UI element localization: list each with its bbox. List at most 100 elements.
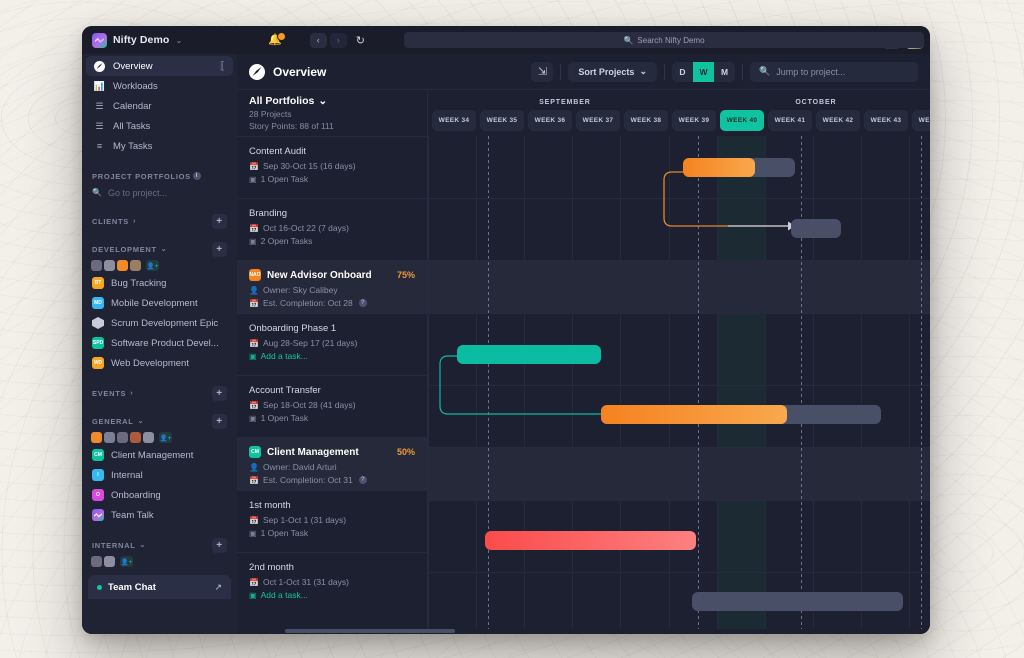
add-task-link[interactable]: ▣ Add a task... xyxy=(249,351,415,361)
sidebar-item-all-tasks[interactable]: ☰ All Tasks xyxy=(86,116,233,136)
zoom-week-button[interactable]: W xyxy=(693,61,714,82)
avatar[interactable] xyxy=(143,432,154,443)
sidebar-item-overview[interactable]: Overview ⟦ xyxy=(86,56,233,76)
add-project-button[interactable]: + xyxy=(212,413,227,429)
gantt-chart[interactable]: SEPTEMBER OCTOBER WEEK 34 WEEK 35 WEEK 3… xyxy=(428,90,930,634)
week-header-38[interactable]: WEEK 38 xyxy=(624,110,668,131)
avatar[interactable] xyxy=(117,260,128,271)
sidebar-item-calendar[interactable]: ☰ Calendar xyxy=(86,96,233,116)
avatar[interactable] xyxy=(104,432,115,443)
sidebar-project-onboarding[interactable]: O Onboarding xyxy=(82,485,237,505)
team-chat-panel[interactable]: Team Chat ↗ xyxy=(88,575,231,599)
horizontal-scrollbar[interactable] xyxy=(273,629,930,634)
project-completion-label: Est. Completion: Oct 28 xyxy=(262,298,353,308)
sidebar-item-workloads[interactable]: 📊 Workloads xyxy=(86,76,233,96)
avatar[interactable] xyxy=(91,556,102,567)
gantt-bar-onboarding-phase-1[interactable] xyxy=(457,345,601,364)
week-header-43[interactable]: WEEK 43 xyxy=(864,110,908,131)
brand[interactable]: Nifty Demo ⌄ xyxy=(88,32,236,48)
row-separator xyxy=(428,385,930,386)
global-search-input[interactable]: 🔍 Search Nifty Demo xyxy=(404,32,924,48)
add-project-button[interactable]: + xyxy=(212,537,227,553)
collapse-sidebar-icon[interactable]: ⟦ xyxy=(220,61,225,72)
avatar[interactable] xyxy=(117,432,128,443)
week-header-41[interactable]: WEEK 41 xyxy=(768,110,812,131)
sidebar-project-software-product-development[interactable]: SPD Software Product Devel... xyxy=(82,333,237,353)
list-icon: ☰ xyxy=(95,120,104,131)
notifications-button[interactable]: 🔔 xyxy=(268,31,286,46)
task-row-content-audit[interactable]: Content Audit 📅 Sep 30-Oct 15 (16 days) … xyxy=(237,136,427,198)
week-header-42[interactable]: WEEK 42 xyxy=(816,110,860,131)
task-open-count: ▣ 1 Open Task xyxy=(249,413,415,423)
avatar[interactable] xyxy=(130,260,141,271)
sidebar-project-team-talk[interactable]: Team Talk xyxy=(82,505,237,525)
sidebar-project-scrum-development-epic[interactable]: Scrum Development Epic xyxy=(82,313,237,333)
gantt-bar-branding[interactable] xyxy=(791,219,841,238)
sidebar-section-general[interactable]: GENERAL ⌄ + xyxy=(82,413,237,429)
export-button[interactable]: ⇲ xyxy=(531,61,554,82)
add-project-button[interactable]: + xyxy=(212,385,227,401)
person-icon: 👤 xyxy=(249,462,259,472)
zoom-month-button[interactable]: M xyxy=(714,62,735,82)
gantt-bar-content-audit[interactable] xyxy=(683,158,755,177)
sidebar-project-mobile-development[interactable]: MD Mobile Development xyxy=(82,293,237,313)
gantt-bar-1st-month[interactable] xyxy=(485,531,696,550)
zoom-day-button[interactable]: D xyxy=(672,62,693,82)
avatar[interactable] xyxy=(130,432,141,443)
avatar[interactable] xyxy=(91,432,102,443)
project-title-row: CM Client Management 50% xyxy=(249,446,415,458)
sidebar-section-internal[interactable]: INTERNAL ⌄ + xyxy=(82,537,237,553)
sidebar-section-development[interactable]: DEVELOPMENT ⌄ + xyxy=(82,241,237,257)
all-portfolios-selector[interactable]: All Portfolios ⌄ xyxy=(249,95,415,107)
task-dates: 📅 Sep 18-Oct 28 (41 days) xyxy=(249,400,415,410)
task-row-branding[interactable]: Branding 📅 Oct 16-Oct 22 (7 days) ▣ 2 Op… xyxy=(237,198,427,260)
avatar[interactable] xyxy=(104,556,115,567)
add-member-button[interactable]: 👤+ xyxy=(120,556,133,567)
week-header-36[interactable]: WEEK 36 xyxy=(528,110,572,131)
project-row-client-management[interactable]: CM Client Management 50% 👤 Owner: David … xyxy=(237,437,427,490)
week-header-44[interactable]: WEEK 44 xyxy=(912,110,930,131)
sidebar-project-client-management[interactable]: CM Client Management xyxy=(82,445,237,465)
sidebar-project-internal[interactable]: I Internal xyxy=(82,465,237,485)
gantt-bar-account-transfer[interactable] xyxy=(601,405,787,424)
week-header-40-current[interactable]: WEEK 40 xyxy=(720,110,764,131)
week-header-37[interactable]: WEEK 37 xyxy=(576,110,620,131)
add-project-button[interactable]: + xyxy=(212,241,227,257)
sidebar-project-bug-tracking[interactable]: BT Bug Tracking xyxy=(82,273,237,293)
avatar[interactable] xyxy=(91,260,102,271)
task-row-2nd-month[interactable]: 2nd month 📅 Oct 1-Oct 31 (31 days) ▣ Add… xyxy=(237,552,427,614)
forward-button[interactable]: › xyxy=(329,32,347,48)
gantt-bar-2nd-month[interactable] xyxy=(692,592,903,611)
info-icon[interactable]: i xyxy=(192,172,201,180)
add-task-link[interactable]: ▣ Add a task... xyxy=(249,590,415,600)
task-row-onboarding-phase-1[interactable]: Onboarding Phase 1 📅 Aug 28-Sep 17 (21 d… xyxy=(237,313,427,375)
scrollbar-thumb[interactable] xyxy=(285,629,455,633)
goto-project-input[interactable]: 🔍 Go to project... xyxy=(82,184,237,201)
list-icon: ☰ xyxy=(95,100,104,111)
avatar[interactable] xyxy=(104,260,115,271)
back-button[interactable]: ‹ xyxy=(309,32,327,48)
info-icon[interactable]: ? xyxy=(358,299,367,307)
sidebar-section-events[interactable]: EVENTS › + xyxy=(82,385,237,401)
add-project-button[interactable]: + xyxy=(212,213,227,229)
task-row-account-transfer[interactable]: Account Transfer 📅 Sep 18-Oct 28 (41 day… xyxy=(237,375,427,437)
sidebar-item-my-tasks[interactable]: ≡ My Tasks xyxy=(86,136,233,156)
history-icon[interactable]: ↻ xyxy=(356,34,365,47)
calendar-icon: 📅 xyxy=(249,223,259,233)
add-task-label: Add a task... xyxy=(260,590,308,600)
sidebar-section-clients[interactable]: CLIENTS › + xyxy=(82,213,237,229)
add-task-label: Add a task... xyxy=(260,351,308,361)
project-row-new-advisor-onboard[interactable]: NAO New Advisor Onboard 75% 👤 Owner: Sky… xyxy=(237,260,427,313)
add-member-button[interactable]: 👤+ xyxy=(146,260,159,271)
add-member-button[interactable]: 👤+ xyxy=(159,432,172,443)
jump-to-project-input[interactable]: 🔍 Jump to project... xyxy=(750,61,918,82)
expand-icon[interactable]: ↗ xyxy=(214,582,222,593)
week-header-35[interactable]: WEEK 35 xyxy=(480,110,524,131)
sort-projects-button[interactable]: Sort Projects ⌄ xyxy=(568,61,657,82)
task-row-1st-month[interactable]: 1st month 📅 Sep 1-Oct 1 (31 days) ▣ 1 Op… xyxy=(237,490,427,552)
info-icon[interactable]: ? xyxy=(358,476,367,484)
sidebar-project-web-development[interactable]: WD Web Development xyxy=(82,353,237,373)
chevron-down-icon[interactable]: ⌄ xyxy=(175,36,182,45)
week-header-34[interactable]: WEEK 34 xyxy=(432,110,476,131)
week-header-39[interactable]: WEEK 39 xyxy=(672,110,716,131)
